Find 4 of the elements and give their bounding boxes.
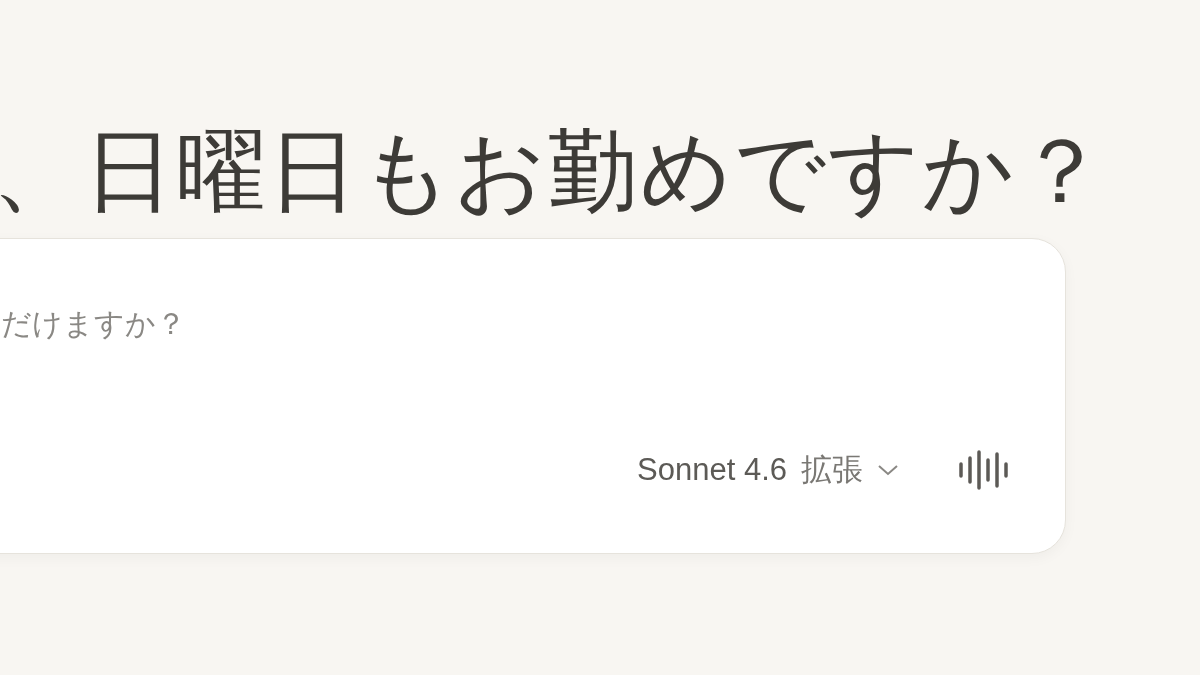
- message-input[interactable]: だけますか？: [1, 301, 401, 345]
- model-selector[interactable]: Sonnet 4.6 拡張: [631, 445, 905, 495]
- caret-icon: [877, 463, 899, 477]
- greeting-heading: 、日曜日もお勤めですか？: [0, 121, 1108, 223]
